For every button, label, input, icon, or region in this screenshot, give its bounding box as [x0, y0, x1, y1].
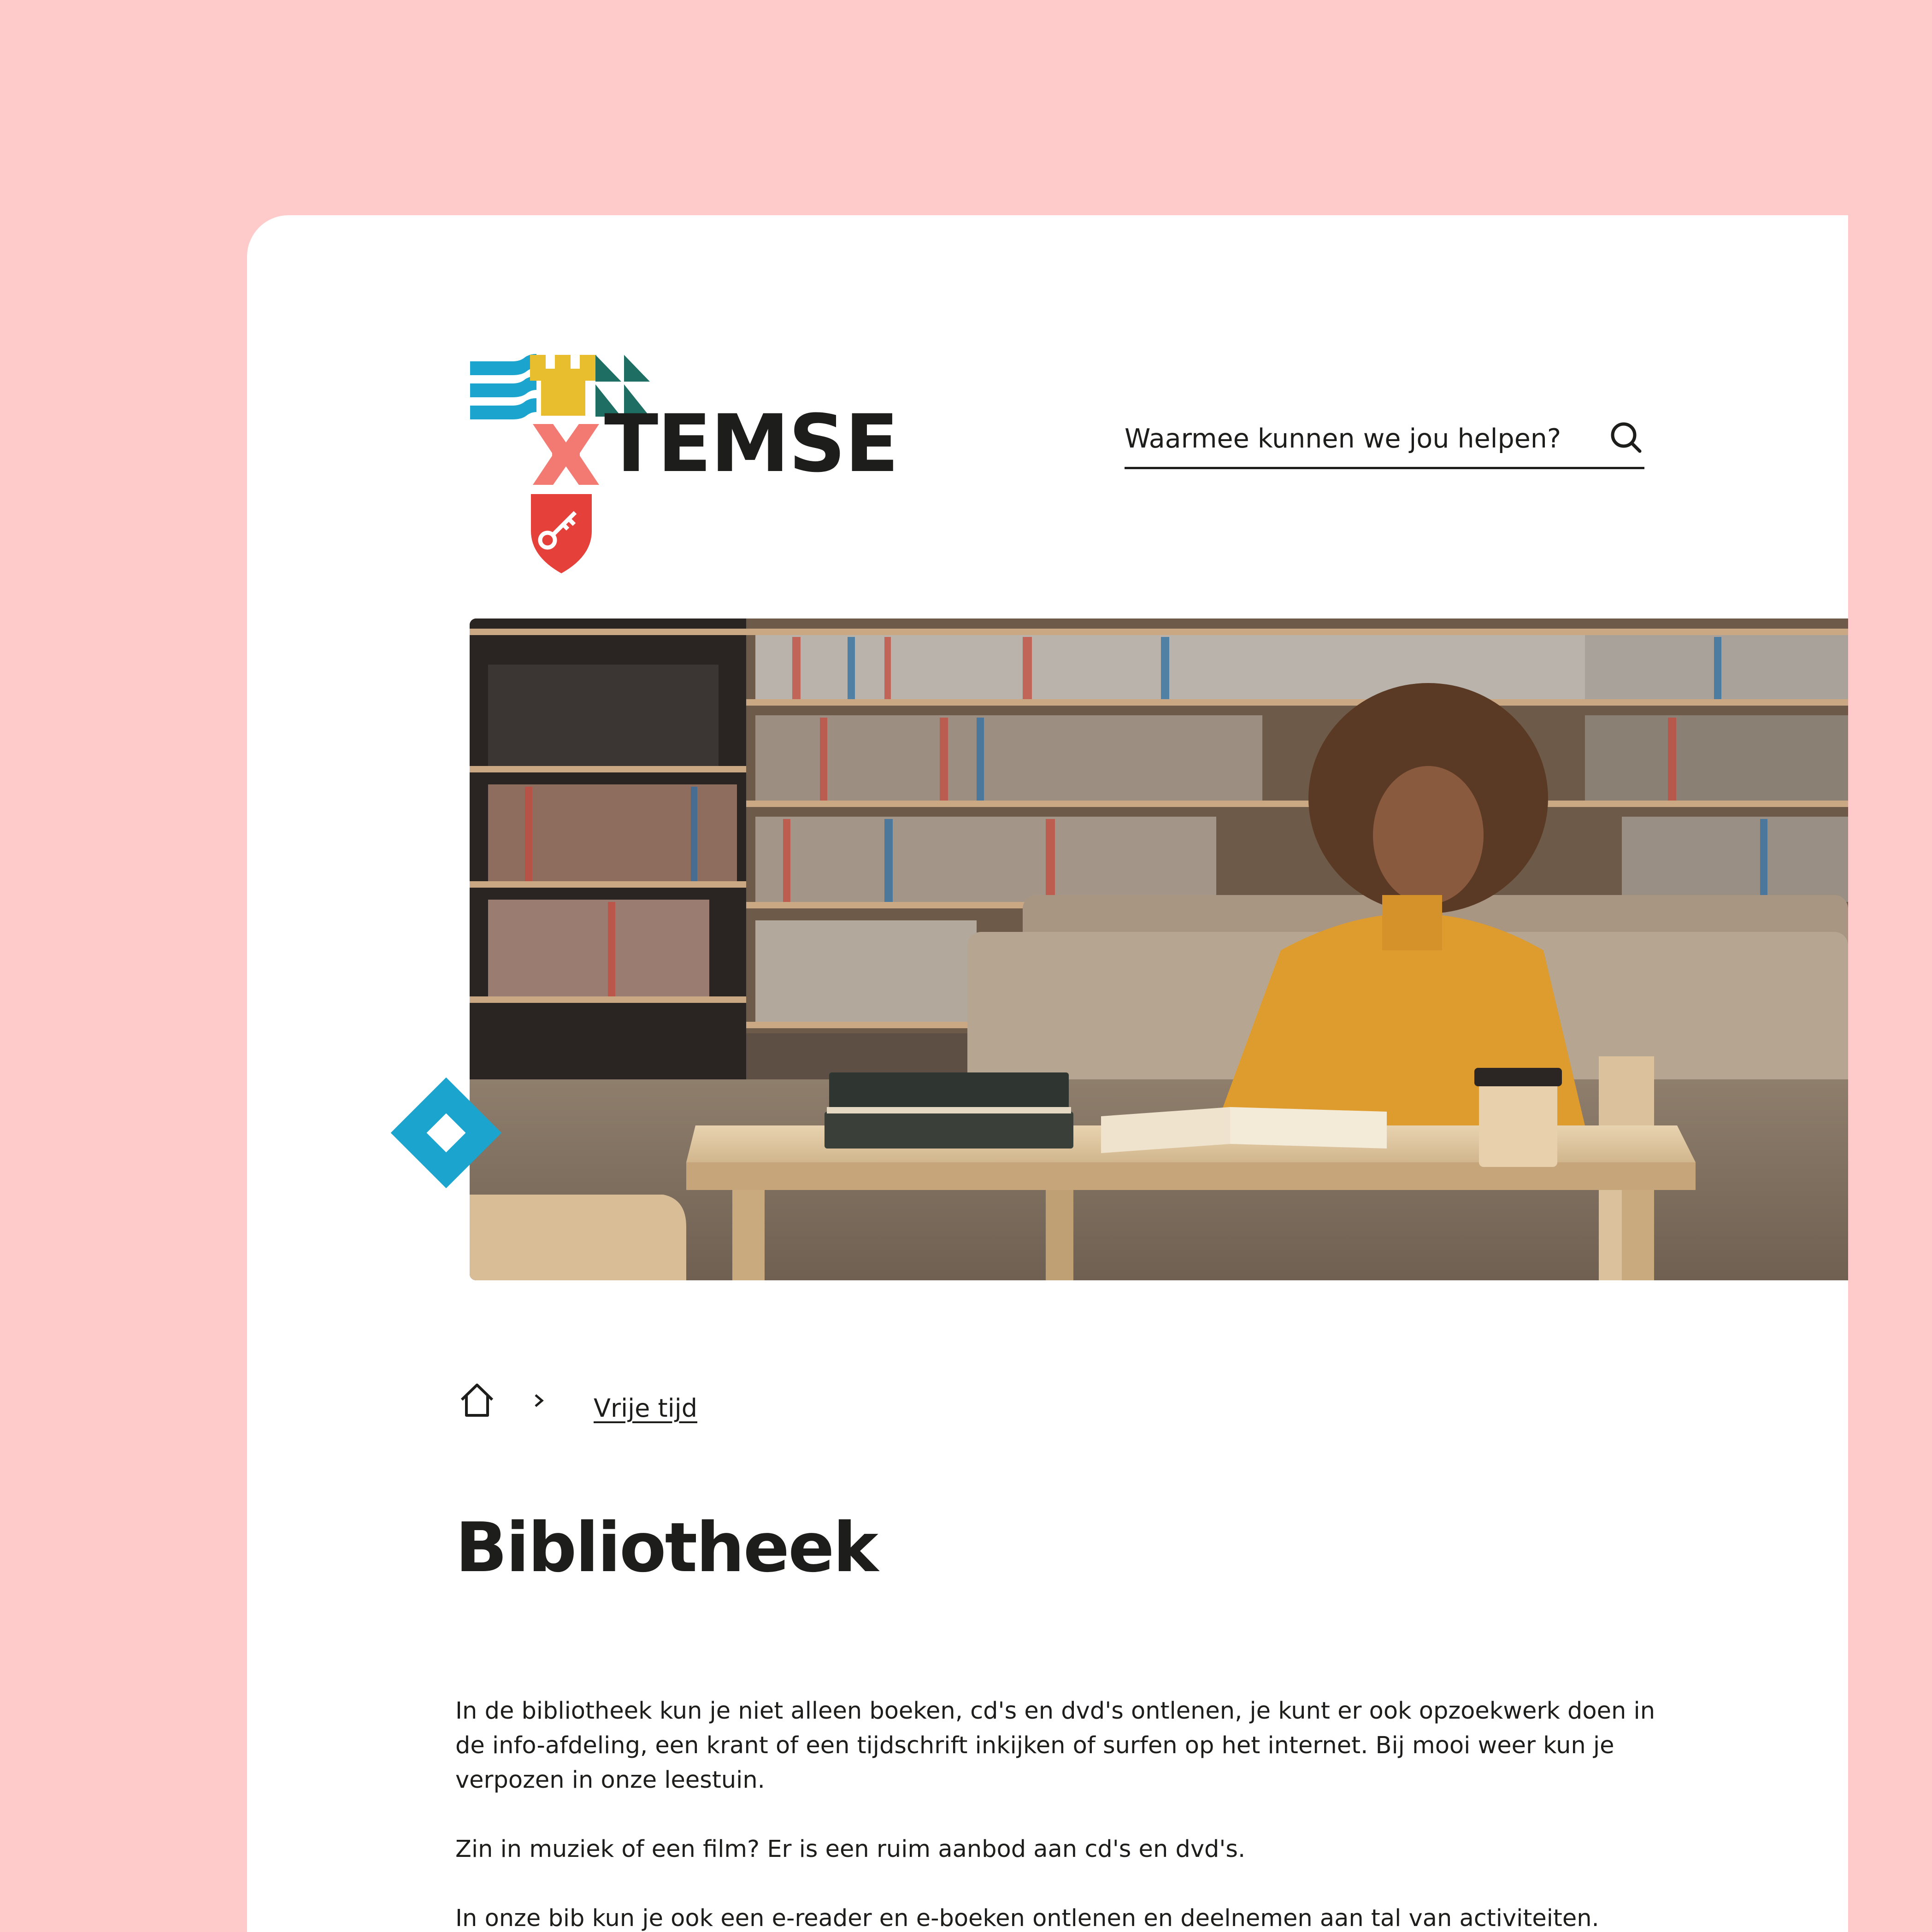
page-title: Bibliotheek [455, 1508, 878, 1587]
content-paragraph: Zin in muziek of een film? Er is een rui… [455, 1836, 1246, 1863]
chevron-right-icon [535, 1394, 544, 1407]
waves-icon [470, 354, 536, 419]
search-bar [1125, 410, 1644, 469]
logo-wordmark[interactable]: TEMSE [604, 404, 899, 483]
content-paragraph: In de bibliotheek kun je niet alleen boe… [455, 1697, 1655, 1794]
search-input[interactable] [1125, 418, 1576, 459]
content-paragraph: In onze bib kun je ook een e-reader en e… [455, 1905, 1599, 1932]
diamond-icon [391, 1078, 501, 1188]
page-card: TEMSE Waarmee kunnen we jou helpen? Vrij… [247, 215, 1848, 1932]
hero-image [470, 618, 1848, 1280]
breadcrumb-link-vrije-tijd[interactable]: Vrije tijd [594, 1394, 697, 1423]
key-shield-icon [531, 494, 592, 573]
home-icon[interactable] [458, 1381, 496, 1419]
tower-icon [530, 355, 596, 416]
cross-icon [533, 424, 599, 485]
search-icon[interactable] [1608, 419, 1644, 456]
page-content: In de bibliotheek kun je niet alleen boe… [455, 1694, 1672, 1932]
